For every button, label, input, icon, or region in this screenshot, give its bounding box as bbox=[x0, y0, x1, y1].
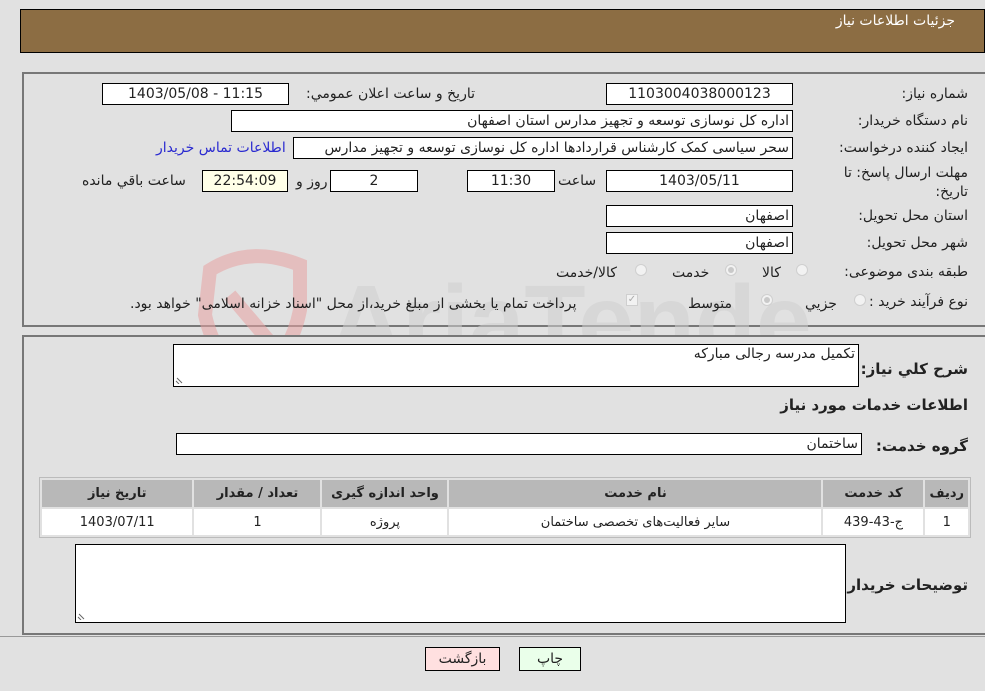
requester-label: ایجاد کننده درخواست: bbox=[839, 140, 968, 156]
col-need-date: تاریخ نیاز bbox=[42, 480, 193, 507]
days-label: روز و bbox=[296, 174, 328, 190]
process-radio-medium[interactable] bbox=[761, 294, 773, 306]
resize-grip-icon[interactable] bbox=[77, 610, 87, 620]
treasury-note: پرداخت تمام یا بخشی از مبلغ خرید،از محل … bbox=[130, 296, 577, 312]
back-button[interactable]: بازگشت bbox=[425, 647, 500, 671]
process-type-label: نوع فرآیند خرید : bbox=[869, 294, 968, 310]
deadline-date-field: 1403/05/11 bbox=[606, 170, 793, 192]
remaining-time-label: ساعت باقي مانده bbox=[82, 173, 186, 189]
process-option-minor: جزيي bbox=[805, 296, 837, 312]
category-option-goods-service: کالا/خدمت bbox=[556, 265, 617, 281]
table-row: 1 ج-43-439 سایر فعالیت‌های تخصصی ساختمان… bbox=[42, 509, 968, 535]
deadline-time-label: ساعت bbox=[558, 173, 597, 189]
remaining-time-field: 22:54:09 bbox=[202, 170, 288, 192]
cell-quantity: 1 bbox=[194, 509, 321, 535]
announce-datetime-label: تاریخ و ساعت اعلان عمومي: bbox=[306, 86, 475, 102]
cell-service-name: سایر فعالیت‌های تخصصی ساختمان bbox=[449, 509, 822, 535]
resize-grip-icon[interactable] bbox=[175, 374, 185, 384]
cell-service-code: ج-43-439 bbox=[823, 509, 924, 535]
category-option-goods: کالا bbox=[762, 265, 781, 281]
services-table-header: ردیف کد خدمت نام خدمت واحد اندازه گیری ت… bbox=[42, 480, 968, 507]
requester-field: سحر سیاسی کمک کارشناس قراردادها اداره کل… bbox=[293, 137, 793, 159]
province-field: اصفهان bbox=[606, 205, 793, 227]
category-radio-service[interactable] bbox=[725, 264, 737, 276]
category-label: طبقه بندی موضوعی: bbox=[844, 264, 968, 280]
col-service-code: کد خدمت bbox=[823, 480, 924, 507]
category-radio-goods-service[interactable] bbox=[635, 264, 647, 276]
category-option-service: خدمت bbox=[672, 265, 710, 281]
col-quantity: تعداد / مقدار bbox=[194, 480, 321, 507]
province-label: استان محل تحویل: bbox=[858, 208, 968, 224]
treasury-checkbox[interactable]: ✓ bbox=[626, 294, 638, 306]
services-heading: اطلاعات خدمات مورد نیاز bbox=[780, 396, 968, 414]
services-table: ردیف کد خدمت نام خدمت واحد اندازه گیری ت… bbox=[39, 477, 971, 538]
col-row-number: ردیف bbox=[925, 480, 968, 507]
buyer-notes-textarea[interactable] bbox=[75, 544, 846, 623]
col-service-name: نام خدمت bbox=[449, 480, 822, 507]
category-radio-goods[interactable] bbox=[796, 264, 808, 276]
process-radio-minor[interactable] bbox=[854, 294, 866, 306]
summary-label: شرح كلي نياز: bbox=[860, 360, 968, 378]
cell-unit: پروژه bbox=[322, 509, 448, 535]
city-label: شهر محل تحویل: bbox=[866, 235, 968, 251]
buyer-contact-link[interactable]: اطلاعات تماس خریدار bbox=[156, 140, 286, 156]
need-number-field: 1103004038000123 bbox=[606, 83, 793, 105]
remaining-days-field: 2 bbox=[330, 170, 418, 192]
summary-textarea[interactable] bbox=[173, 344, 859, 387]
city-field: اصفهان bbox=[606, 232, 793, 254]
deadline-label: مهلت ارسال پاسخ: تا تاریخ: bbox=[843, 165, 968, 200]
buyer-notes-label: توضیحات خریدار: bbox=[841, 576, 968, 594]
cell-row-number: 1 bbox=[925, 509, 968, 535]
announce-datetime-field: 1403/05/08 - 11:15 bbox=[102, 83, 289, 105]
deadline-time-field: 11:30 bbox=[467, 170, 555, 192]
service-group-field: ساختمان bbox=[176, 433, 862, 455]
buyer-org-field: اداره کل نوسازی توسعه و تجهیز مدارس استا… bbox=[231, 110, 793, 132]
page-title: جزئیات اطلاعات نیاز bbox=[835, 13, 955, 29]
footer-divider bbox=[0, 636, 985, 637]
service-group-label: گروه خدمت: bbox=[875, 437, 968, 455]
process-option-medium: متوسط bbox=[688, 296, 732, 312]
need-number-label: شماره نیاز: bbox=[901, 86, 969, 102]
col-unit: واحد اندازه گیری bbox=[322, 480, 448, 507]
print-button[interactable]: چاپ bbox=[519, 647, 581, 671]
buyer-org-label: نام دستگاه خریدار: bbox=[857, 113, 968, 129]
cell-need-date: 1403/07/11 bbox=[42, 509, 193, 535]
